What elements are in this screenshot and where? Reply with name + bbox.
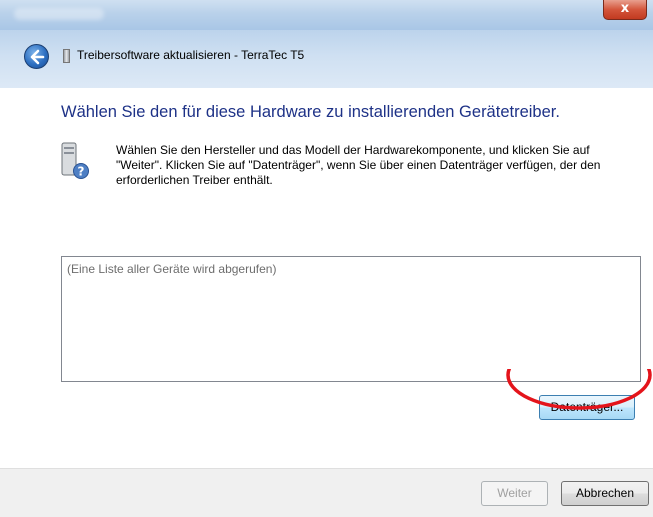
page-heading: Wählen Sie den für diese Hardware zu ins…: [61, 103, 560, 121]
annotation-ellipse: [506, 369, 652, 410]
wizard-footer: Weiter Abbrechen: [0, 468, 653, 517]
wizard-header: Treibersoftware aktualisieren - TerraTec…: [0, 30, 653, 88]
title-bar: x: [0, 0, 653, 30]
title-bar-blur: [14, 8, 104, 20]
close-button[interactable]: x: [603, 0, 647, 20]
next-button[interactable]: Weiter: [481, 481, 548, 506]
device-icon: [63, 49, 70, 63]
hardware-help-icon: ?: [61, 142, 89, 179]
instruction-text: Wählen Sie den Hersteller und das Modell…: [116, 143, 601, 187]
back-arrow-icon: [30, 49, 45, 65]
svg-text:?: ?: [78, 165, 85, 179]
back-button[interactable]: [24, 44, 49, 69]
device-list-placeholder: (Eine Liste aller Geräte wird abgerufen): [67, 262, 277, 276]
wizard-title: Treibersoftware aktualisieren - TerraTec…: [77, 48, 305, 62]
cancel-button[interactable]: Abbrechen: [561, 481, 649, 506]
device-list[interactable]: (Eine Liste aller Geräte wird abgerufen): [61, 256, 641, 382]
